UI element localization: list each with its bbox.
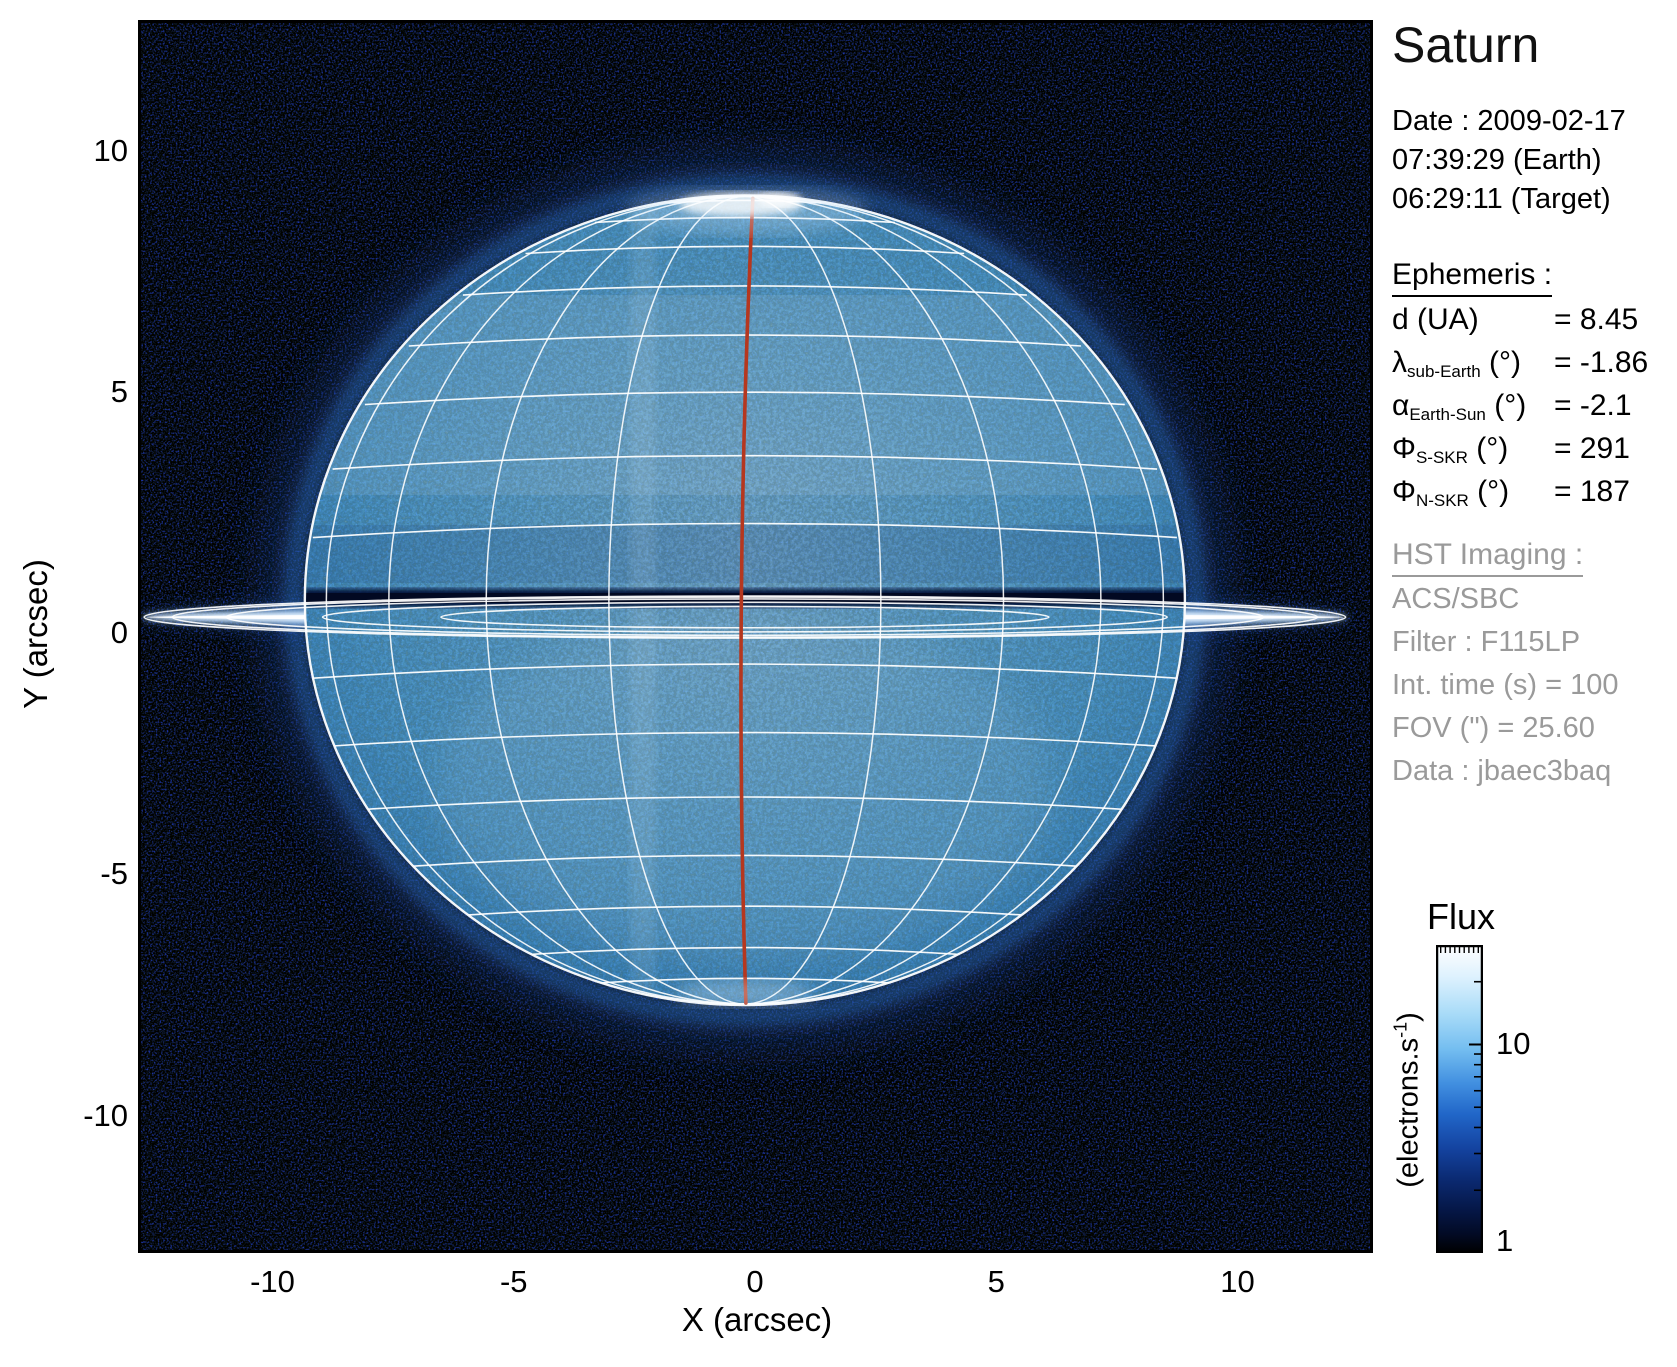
integration-time: Int. time (s) = 100	[1392, 664, 1618, 707]
y-axis-label: Y (arcsec)	[17, 559, 55, 709]
hst-imaging-heading: HST Imaging :	[1392, 538, 1583, 577]
colorbar-title: Flux	[1427, 896, 1495, 938]
time-earth: 07:39:29 (Earth)	[1392, 141, 1626, 180]
instrument: ACS/SBC	[1392, 578, 1618, 621]
saturn-image	[138, 20, 1373, 1253]
observation-times: Date : 2009-02-17 07:39:29 (Earth) 06:29…	[1392, 102, 1626, 219]
ephemeris-row-distance: d (UA) = 8.45	[1392, 298, 1526, 341]
colorbar-unit-label: (electrons.s-1)	[1391, 1012, 1426, 1188]
y-tick-label: -10	[22, 1098, 128, 1134]
ephemeris-table: d (UA) = 8.45 λsub-Earth (°) = -1.86 αEa…	[1392, 298, 1526, 513]
y-tick-label: 5	[22, 374, 128, 410]
y-tick-label: -5	[22, 856, 128, 892]
figure: -10-50510 1050-5-10 X (arcsec) Y (arcsec…	[0, 0, 1677, 1367]
x-tick-label: -10	[250, 1264, 295, 1300]
x-tick-label: 0	[746, 1264, 763, 1300]
y-tick-label: 10	[22, 133, 128, 169]
dataset-id: Data : jbaec3baq	[1392, 750, 1618, 793]
ephemeris-row-n-skr: ΦN-SKR (°) = 187	[1392, 470, 1526, 513]
colorbar-tick-1: 1	[1496, 1223, 1513, 1259]
page-title: Saturn	[1392, 16, 1539, 74]
colorbar-gradient	[1436, 945, 1483, 1253]
hst-imaging-details: ACS/SBC Filter : F115LP Int. time (s) = …	[1392, 578, 1618, 793]
ring-shadow-core	[305, 593, 1189, 603]
x-axis-label: X (arcsec)	[682, 1301, 832, 1339]
x-tick-label: -5	[500, 1264, 528, 1300]
ephemeris-heading: Ephemeris :	[1392, 258, 1552, 297]
ephemeris-row-subearth-lat: λsub-Earth (°) = -1.86	[1392, 341, 1526, 384]
colorbar-tick-10: 10	[1496, 1026, 1530, 1062]
date-line: Date : 2009-02-17	[1392, 102, 1626, 141]
x-tick-label: 10	[1220, 1264, 1254, 1300]
colorbar	[1436, 945, 1483, 1253]
ephemeris-row-phase-angle: αEarth-Sun (°) = -2.1	[1392, 384, 1526, 427]
x-tick-label: 5	[988, 1264, 1005, 1300]
ephemeris-row-s-skr: ΦS-SKR (°) = 291	[1392, 427, 1526, 470]
fov: FOV (") = 25.60	[1392, 707, 1618, 750]
time-target: 06:29:11 (Target)	[1392, 180, 1626, 219]
filter: Filter : F115LP	[1392, 621, 1618, 664]
